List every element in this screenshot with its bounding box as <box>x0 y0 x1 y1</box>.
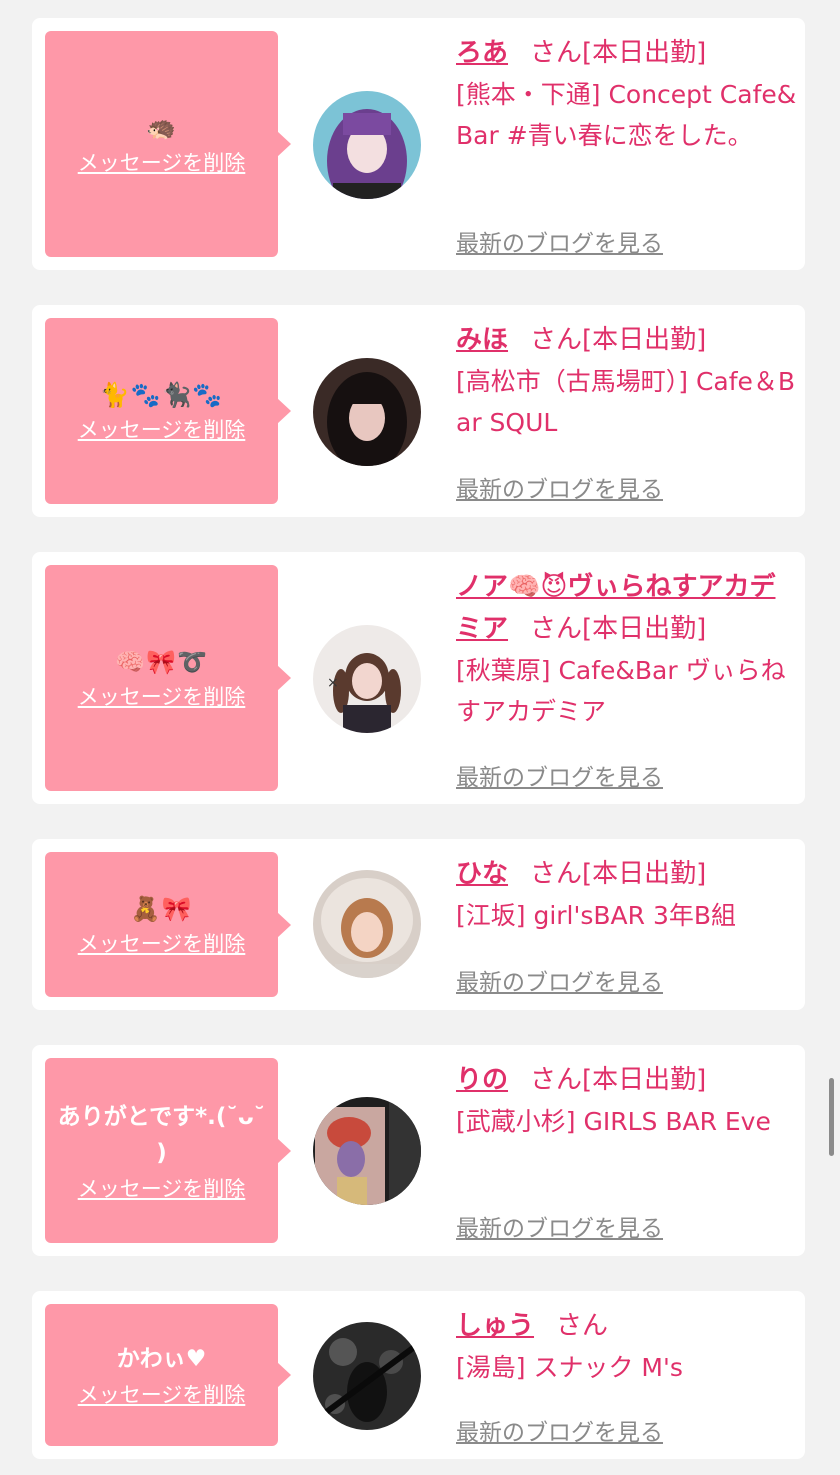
message-card: 🧸🎀 メッセージを削除 ひな さん[本日出勤] [江坂] girl'sBAR 3年… <box>32 839 805 1010</box>
user-name-link[interactable]: みほ <box>456 325 508 355</box>
latest-blog-link[interactable]: 最新のブログを見る <box>456 758 663 792</box>
user-name-link[interactable]: りの <box>456 1065 508 1095</box>
message-card: ありがとです*.(˘ᴗ˘ ) メッセージを削除 りの さん[本日出勤] [武蔵小杉… <box>32 1045 805 1256</box>
user-name-link[interactable]: ろあ <box>456 38 508 68</box>
message-card: かわぃ♥ メッセージを削除 しゅう さん [湯島] スナック M's 最新のブログ… <box>32 1291 805 1459</box>
latest-blog-link[interactable]: 最新のブログを見る <box>456 470 663 504</box>
avatar[interactable] <box>313 91 421 199</box>
message-emoji: 🦔 <box>146 114 177 142</box>
message-text: かわぃ♥ <box>116 1346 207 1372</box>
work-status: [本日出勤] <box>582 859 707 889</box>
delete-message-link[interactable]: メッセージを削除 <box>78 147 246 177</box>
avatar[interactable] <box>313 870 421 978</box>
honorific: さん <box>530 325 583 355</box>
shop-name: [秋葉原] Cafe&Bar ヴぃらねすアカデミア <box>456 656 786 726</box>
avatar-photo-purple-hair <box>313 91 421 199</box>
latest-blog-link[interactable]: 最新のブログを見る <box>456 224 663 258</box>
shop-name: [武蔵小杉] GIRLS BAR Eve <box>456 1107 771 1136</box>
entry-info: ひな さん[本日出勤] [江坂] girl'sBAR 3年B組 最新のブログを見る <box>456 853 801 996</box>
message-text: ありがとです*.(˘ᴗ˘ ) <box>57 1103 266 1166</box>
delete-message-link[interactable]: メッセージを削除 <box>78 414 246 444</box>
delete-message-link[interactable]: メッセージを削除 <box>78 1379 246 1409</box>
latest-blog-link[interactable]: 最新のブログを見る <box>456 1209 663 1243</box>
work-status: [本日出勤] <box>582 325 707 355</box>
work-status: [本日出勤] <box>582 614 707 644</box>
avatar-photo-art-poster <box>313 1097 421 1205</box>
avatar[interactable] <box>313 1097 421 1205</box>
entry-info: りの さん[本日出勤] [武蔵小杉] GIRLS BAR Eve 最新のブログを見… <box>456 1059 801 1242</box>
honorific: さん <box>530 859 583 889</box>
work-status: [本日出勤] <box>582 1065 707 1095</box>
avatar-photo-twin-tails: × <box>313 625 421 733</box>
latest-blog-link[interactable]: 最新のブログを見る <box>456 1413 663 1447</box>
shop-name: [熊本・下通] Concept Cafe&Bar #青い春に恋をした。 <box>456 80 797 150</box>
message-bubble: 🦔 メッセージを削除 <box>45 31 291 257</box>
message-bubble: ありがとです*.(˘ᴗ˘ ) メッセージを削除 <box>45 1058 291 1243</box>
entry-info: しゅう さん [湯島] スナック M's 最新のブログを見る <box>456 1305 801 1446</box>
message-bubble: かわぃ♥ メッセージを削除 <box>45 1304 291 1446</box>
latest-blog-link[interactable]: 最新のブログを見る <box>456 963 663 997</box>
message-bubble: 🐈🐾🐈‍⬛🐾 メッセージを削除 <box>45 318 291 504</box>
avatar[interactable] <box>313 1322 421 1430</box>
avatar-photo-fur-hood <box>313 870 421 978</box>
honorific: さん <box>530 38 583 68</box>
delete-message-link[interactable]: メッセージを削除 <box>78 928 246 958</box>
honorific: さん <box>530 1065 583 1095</box>
message-bubble: 🧸🎀 メッセージを削除 <box>45 852 291 997</box>
delete-message-link[interactable]: メッセージを削除 <box>78 1173 246 1203</box>
message-emoji: 🧸🎀 <box>130 894 193 923</box>
message-card: 🐈🐾🐈‍⬛🐾 メッセージを削除 みほ さん[本日出勤] [高松市（古馬場町）] C… <box>32 305 805 517</box>
delete-message-link[interactable]: メッセージを削除 <box>78 681 246 711</box>
message-bubble: 🧠🎀➰ メッセージを削除 <box>45 565 291 791</box>
entry-info: ノア🧠😈ヴぃらねすアカデミア さん[本日出勤] [秋葉原] Cafe&Bar ヴぃ… <box>456 566 801 791</box>
shop-name: [湯島] スナック M's <box>456 1353 683 1382</box>
shop-name: [高松市（古馬場町）] Cafe＆Bar SQUL <box>456 367 796 437</box>
work-status: [本日出勤] <box>582 38 707 68</box>
user-name-link[interactable]: しゅう <box>456 1311 534 1341</box>
honorific: さん <box>556 1311 609 1341</box>
message-emoji: 🧠🎀➰ <box>115 648 208 676</box>
message-card: 🧠🎀➰ メッセージを削除 × ノア🧠😈ヴぃらねすアカデミア さん[本日出勤] [秋… <box>32 552 805 804</box>
message-card: 🦔 メッセージを削除 ろあ さん[本日出勤] [熊本・下通] Concept Ca… <box>32 18 805 270</box>
entry-info: みほ さん[本日出勤] [高松市（古馬場町）] Cafe＆Bar SQUL 最新の… <box>456 319 801 503</box>
shop-name: [江坂] girl'sBAR 3年B組 <box>456 901 737 930</box>
avatar[interactable]: × <box>313 625 421 733</box>
scrollbar[interactable] <box>829 1078 834 1156</box>
entry-info: ろあ さん[本日出勤] [熊本・下通] Concept Cafe&Bar #青い春… <box>456 32 801 257</box>
avatar-photo-monochrome <box>313 1322 421 1430</box>
honorific: さん <box>530 614 583 644</box>
user-name-link[interactable]: ひな <box>456 859 508 889</box>
message-emoji: 🐈🐾🐈‍⬛🐾 <box>99 381 224 409</box>
svg-text:×: × <box>327 675 339 691</box>
avatar-photo-black-hair <box>313 358 421 466</box>
avatar[interactable] <box>313 358 421 466</box>
